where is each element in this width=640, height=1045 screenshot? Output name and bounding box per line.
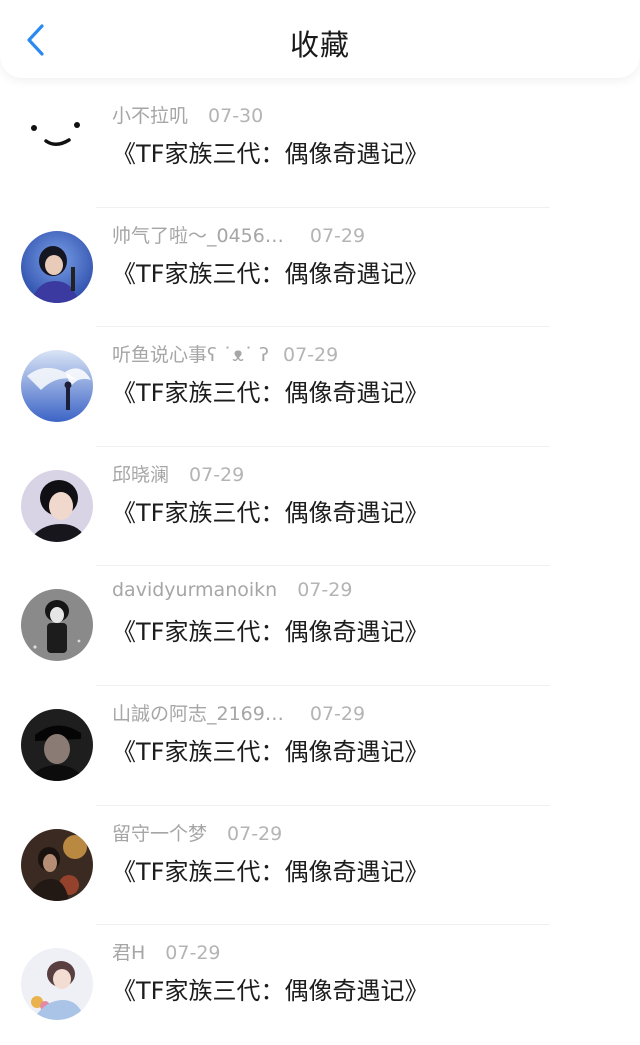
favorite-title[interactable]: 《TF家族三代：偶像奇遇记》 bbox=[112, 971, 428, 1006]
avatar[interactable] bbox=[21, 828, 93, 901]
post-date: 07-29 bbox=[165, 942, 221, 965]
page-title: 收藏 bbox=[289, 28, 350, 62]
avatar[interactable] bbox=[21, 350, 93, 423]
list-item[interactable]: 听鱼说心事ʕ ˙ᴥ˙ ʔ 07-29 《TF家族三代：偶像奇遇记》 bbox=[0, 327, 640, 447]
author-name[interactable]: 小不拉叽 bbox=[112, 105, 188, 127]
list-item[interactable]: 山誠の阿志_2169… 07-29 《TF家族三代：偶像奇遇记》 bbox=[0, 686, 640, 806]
author-name[interactable]: 山誠の阿志_2169… bbox=[112, 703, 284, 725]
post-date: 07-29 bbox=[189, 463, 245, 486]
post-date: 07-29 bbox=[309, 702, 366, 725]
favorite-title[interactable]: 《TF家族三代：偶像奇遇记》 bbox=[112, 732, 428, 767]
post-date: 07-30 bbox=[208, 105, 264, 127]
author-name[interactable]: 留守一个梦 bbox=[112, 823, 207, 845]
list-item[interactable]: 邱晓澜 07-29 《TF家族三代：偶像奇遇记》 bbox=[0, 447, 640, 567]
list-item[interactable]: 帅气了啦～_0456… 07-29 《TF家族三代：偶像奇遇记》 bbox=[0, 208, 640, 328]
favorite-title[interactable]: 《TF家族三代：偶像奇遇记》 bbox=[112, 373, 428, 408]
favorite-title[interactable]: 《TF家族三代：偶像奇遇记》 bbox=[112, 134, 428, 169]
list-item[interactable]: 小不拉叽 07-30 《TF家族三代：偶像奇遇记》 bbox=[0, 88, 640, 208]
avatar[interactable] bbox=[21, 111, 93, 183]
avatar[interactable] bbox=[21, 589, 93, 662]
list-item[interactable]: davidyurmanoikn 07-29 《TF家族三代：偶像奇遇记》 bbox=[0, 566, 640, 686]
post-date: 07-29 bbox=[309, 224, 366, 247]
avatar[interactable] bbox=[21, 230, 93, 303]
avatar[interactable] bbox=[21, 948, 93, 1021]
post-date: 07-29 bbox=[283, 344, 339, 367]
favorite-title[interactable]: 《TF家族三代：偶像奇遇记》 bbox=[112, 254, 428, 289]
author-name[interactable]: 帅气了啦～_0456… bbox=[112, 225, 284, 247]
favorite-title[interactable]: 《TF家族三代：偶像奇遇记》 bbox=[112, 852, 428, 887]
author-name[interactable]: 听鱼说心事ʕ ˙ᴥ˙ ʔ bbox=[112, 344, 269, 366]
author-name[interactable]: 邱晓澜 bbox=[112, 464, 169, 486]
post-date: 07-29 bbox=[227, 822, 283, 845]
post-date: 07-29 bbox=[297, 579, 353, 602]
favorite-title[interactable]: 《TF家族三代：偶像奇遇记》 bbox=[112, 493, 428, 528]
top-bar: 收藏 bbox=[0, 0, 640, 78]
avatar[interactable] bbox=[21, 469, 93, 542]
favorite-title[interactable]: 《TF家族三代：偶像奇遇记》 bbox=[112, 612, 428, 647]
avatar[interactable] bbox=[21, 708, 93, 781]
author-name[interactable]: 君H bbox=[112, 942, 145, 964]
list-item[interactable]: 留守一个梦 07-29 《TF家族三代：偶像奇遇记》 bbox=[0, 806, 640, 926]
favorites-list: 小不拉叽 07-30 《TF家族三代：偶像奇遇记》 帅气了啦～_0456… 07-2… bbox=[0, 88, 640, 1045]
author-name[interactable]: davidyurmanoikn bbox=[112, 579, 277, 601]
